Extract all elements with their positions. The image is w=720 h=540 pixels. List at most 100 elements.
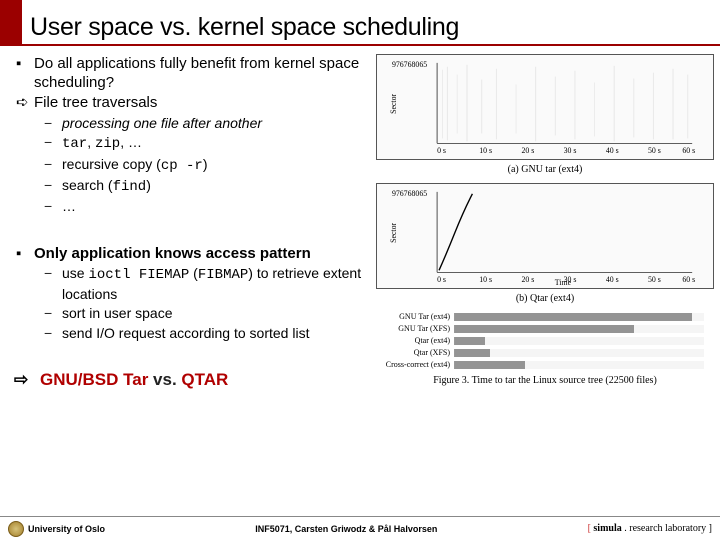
txt: search (	[62, 177, 113, 193]
txt: (	[189, 265, 198, 281]
dash-icon: −	[44, 155, 62, 173]
bar-row: Qtar (ext4)	[376, 336, 704, 345]
bullet-group-1: ▪ Do all applications fully benefit from…	[10, 54, 372, 216]
bullet-text: Do all applications fully benefit from k…	[34, 54, 372, 92]
bar-track	[454, 313, 704, 321]
bar-fill	[455, 313, 692, 321]
svg-text:30 s: 30 s	[564, 146, 577, 155]
bar-label: Qtar (XFS)	[376, 348, 454, 357]
bar-fill	[455, 337, 485, 345]
lab-suffix: . research laboratory ]	[622, 523, 712, 534]
svg-text:50 s: 50 s	[648, 275, 661, 284]
dash-icon: −	[44, 324, 62, 342]
figure3-caption: Figure 3. Time to tar the Linux source t…	[376, 375, 714, 386]
code-zip: zip	[95, 136, 120, 152]
bullet-square-icon: ▪	[10, 244, 34, 263]
conclusion-row: ⇨ GNU/BSD Tar vs. QTAR	[10, 370, 372, 390]
slide-title-bar: User space vs. kernel space scheduling	[0, 0, 720, 46]
sub-text: recursive copy (cp -r)	[62, 155, 372, 175]
sub-sort: − sort in user space	[10, 304, 372, 322]
bar-fill	[455, 325, 634, 333]
txt: use	[62, 265, 88, 281]
bullet-group-2: ▪ Only application knows access pattern …	[10, 244, 372, 342]
ylabel-a: Sector	[389, 93, 398, 113]
sub-text: use ioctl FIEMAP (FIBMAP) to retrieve ex…	[62, 264, 372, 303]
bar-row: GNU Tar (ext4)	[376, 312, 704, 321]
dash-icon: −	[44, 197, 62, 215]
uio-seal-icon	[8, 521, 24, 537]
arrow-icon: ➪	[10, 93, 34, 112]
dash-icon: −	[44, 114, 62, 132]
qtar-curve	[439, 194, 472, 271]
sub-text: sort in user space	[62, 304, 372, 322]
dash-icon: −	[44, 304, 62, 322]
txt: )	[146, 177, 151, 193]
chart-a-caption: (a) GNU tar (ext4)	[376, 164, 714, 175]
vs: vs.	[153, 370, 177, 389]
footer-course: INF5071, Carsten Griwodz & Pål Halvorsen	[255, 524, 437, 534]
sub-send: − send I/O request according to sorted l…	[10, 324, 372, 342]
dash-icon: −	[44, 264, 62, 282]
sub-cp: − recursive copy (cp -r)	[10, 155, 372, 175]
svg-text:40 s: 40 s	[606, 275, 619, 284]
svg-text:20 s: 20 s	[521, 275, 534, 284]
xticks-a: 0 s10 s20 s 30 s40 s50 s60 s	[437, 146, 695, 155]
footer-university: University of Oslo	[28, 524, 105, 534]
code-find: find	[113, 179, 147, 195]
bullet-square-icon: ▪	[10, 54, 34, 73]
code-tar: tar	[62, 136, 87, 152]
chart-b-qtar: 976768065 Sector 0 s10 s20 s 30 s40 s50 …	[376, 183, 714, 289]
bar-track	[454, 325, 704, 333]
svg-text:0 s: 0 s	[437, 146, 446, 155]
title-accent	[0, 0, 22, 44]
ylabel-b: Sector	[389, 222, 398, 242]
svg-text:40 s: 40 s	[606, 146, 619, 155]
svg-text:60 s: 60 s	[682, 275, 695, 284]
bar-label: Qtar (ext4)	[376, 336, 454, 345]
code-fiemap: ioctl FIEMAP	[88, 267, 189, 283]
sub-ioctl: − use ioctl FIEMAP (FIBMAP) to retrieve …	[10, 264, 372, 303]
xlabel-b: Time	[555, 278, 572, 287]
dash-icon: −	[44, 176, 62, 194]
sub-text: send I/O request according to sorted lis…	[62, 324, 372, 342]
sub-ellipsis: − …	[10, 197, 372, 215]
bar-label: GNU Tar (XFS)	[376, 324, 454, 333]
svg-text:10 s: 10 s	[479, 275, 492, 284]
slide-footer: University of Oslo INF5071, Carsten Griw…	[0, 516, 720, 540]
ytick-a: 976768065	[392, 60, 427, 69]
bar-row: Cross-correct (ext4)	[376, 360, 704, 369]
code-fibmap: FIBMAP	[198, 267, 248, 283]
chart-a-gnu-tar: 976768065 Sector 0 s10 s20 s 3	[376, 54, 714, 160]
simula-word: simula	[593, 523, 621, 534]
bar-track	[454, 349, 704, 357]
bar-label: Cross-correct (ext4)	[376, 360, 454, 369]
dash-icon: −	[44, 133, 62, 151]
svg-text:10 s: 10 s	[479, 146, 492, 155]
sub-text: tar, zip, …	[62, 133, 372, 153]
bar-fill	[455, 349, 490, 357]
bar-chart-area: GNU Tar (ext4) GNU Tar (XFS) Qtar (ext4)…	[376, 312, 714, 369]
scatter-points	[442, 65, 688, 142]
sub-text: processing one file after another	[62, 114, 372, 132]
red-qtar: QTAR	[177, 370, 229, 389]
right-column: 976768065 Sector 0 s10 s20 s 3	[376, 54, 720, 390]
conclusion-text: GNU/BSD Tar vs. QTAR	[40, 370, 228, 390]
arrow-right-icon: ⇨	[14, 370, 40, 390]
bar-row: GNU Tar (XFS)	[376, 324, 704, 333]
bar-label: GNU Tar (ext4)	[376, 312, 454, 321]
svg-text:20 s: 20 s	[521, 146, 534, 155]
svg-text:60 s: 60 s	[682, 146, 695, 155]
bullet-filetree: ➪ File tree traversals	[10, 93, 372, 112]
left-column: ▪ Do all applications fully benefit from…	[0, 54, 376, 390]
sub-tarzip: − tar, zip, …	[10, 133, 372, 153]
txt: recursive copy (	[62, 156, 161, 172]
bullet-text: File tree traversals	[34, 93, 372, 112]
footer-left: University of Oslo	[8, 521, 105, 537]
bullet-onlyapp: ▪ Only application knows access pattern	[10, 244, 372, 263]
bar-fill	[455, 361, 525, 369]
bullet-text: Only application knows access pattern	[34, 244, 372, 263]
ytick-b: 976768065	[392, 189, 427, 198]
sub-text: …	[62, 197, 372, 215]
etc: , …	[120, 134, 142, 150]
bullet-q1: ▪ Do all applications fully benefit from…	[10, 54, 372, 92]
